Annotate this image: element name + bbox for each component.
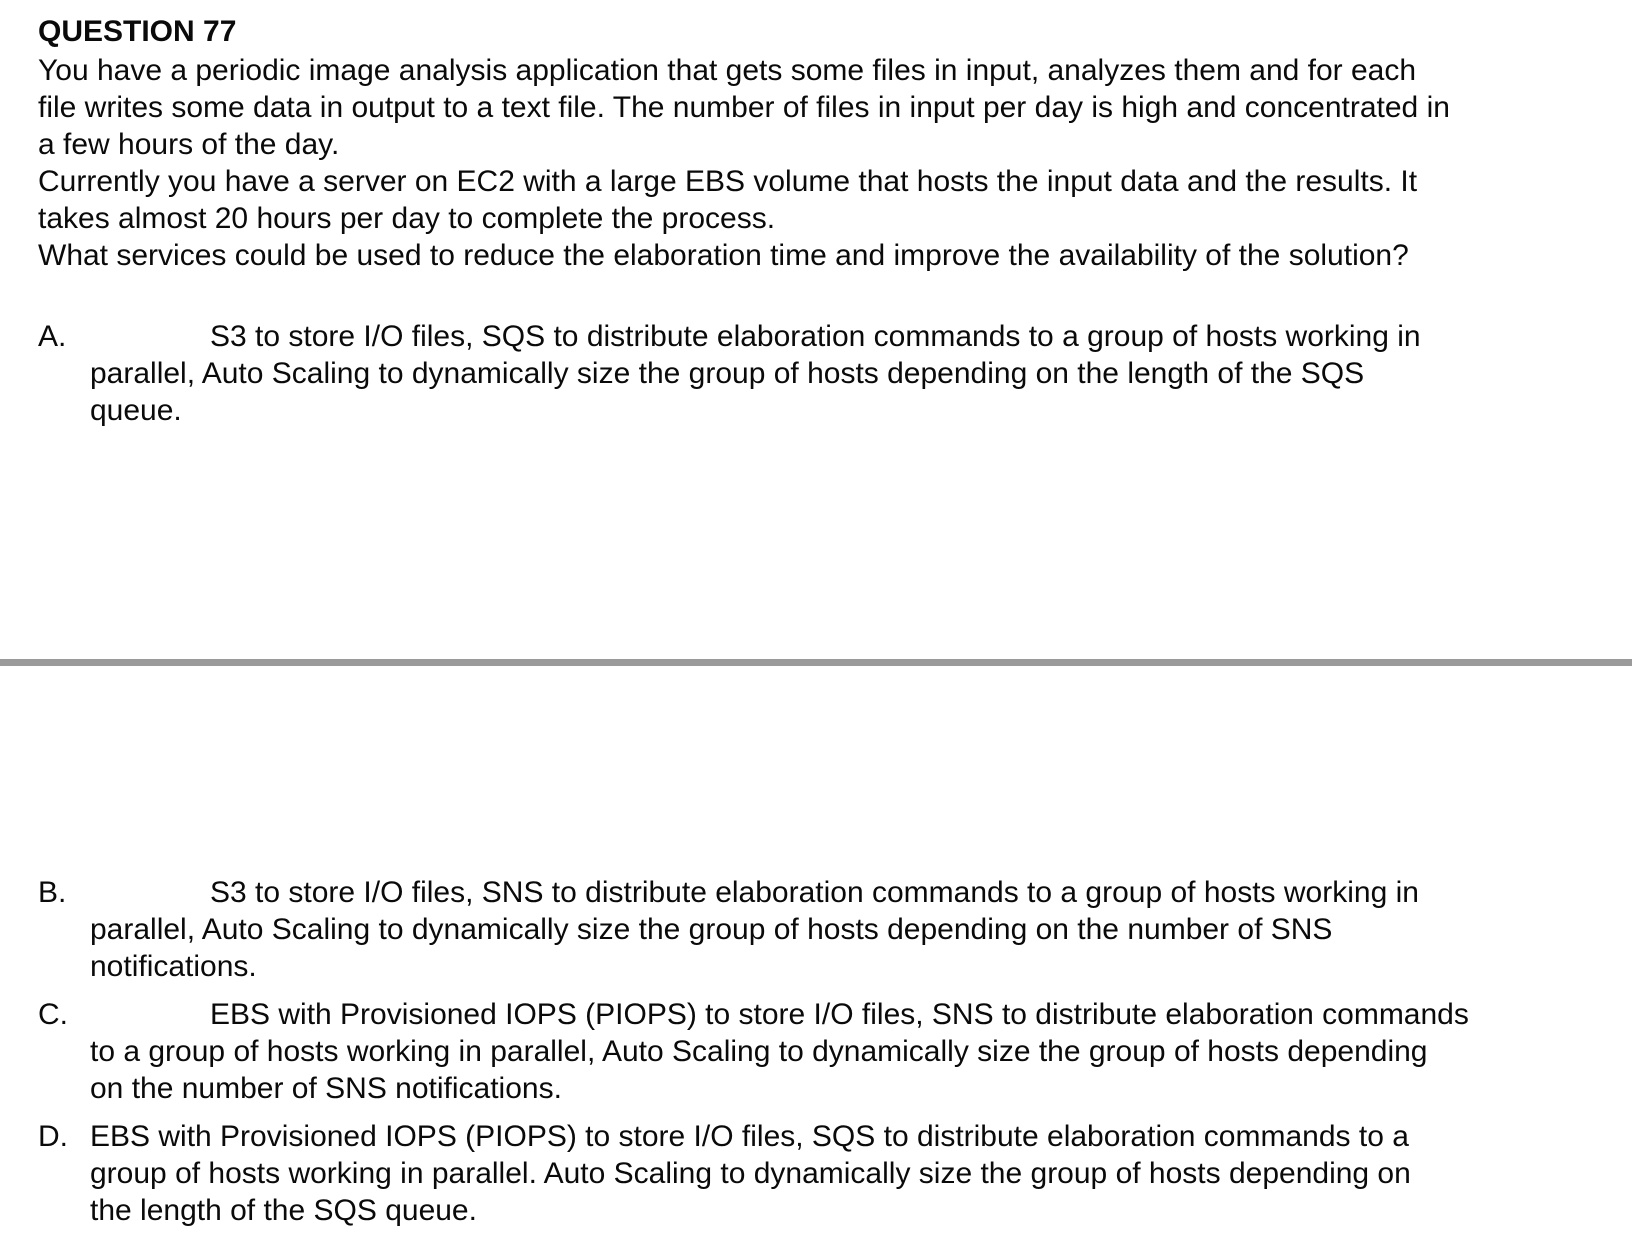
option-text-line: queue.: [90, 394, 182, 427]
option-text-line: EBS with Provisioned IOPS (PIOPS) to sto…: [90, 1120, 1409, 1153]
option-letter: C.: [38, 998, 68, 1031]
option-letter: A.: [38, 320, 67, 353]
question-stem-line: Currently you have a server on EC2 with …: [38, 165, 1418, 198]
page-divider: [0, 659, 1632, 666]
question-stem-line: takes almost 20 hours per day to complet…: [38, 202, 776, 235]
option-text-line: S3 to store I/O files, SQS to distribute…: [210, 320, 1421, 353]
option-text-line: to a group of hosts working in parallel,…: [90, 1035, 1428, 1068]
option-text-line: the length of the SQS queue.: [90, 1194, 477, 1227]
option-letter: B.: [38, 876, 67, 909]
option-text-line: parallel, Auto Scaling to dynamically si…: [90, 357, 1365, 390]
question-stem-line: a few hours of the day.: [38, 128, 340, 161]
question-title: QUESTION 77: [38, 15, 237, 48]
option-text-line: on the number of SNS notifications.: [90, 1072, 562, 1105]
option-text-line: notifications.: [90, 950, 257, 983]
option-letter: D.: [38, 1120, 68, 1153]
question-stem-line: file writes some data in output to a tex…: [38, 91, 1450, 124]
option-text-line: EBS with Provisioned IOPS (PIOPS) to sto…: [210, 998, 1469, 1031]
question-stem-line: You have a periodic image analysis appli…: [38, 54, 1417, 87]
question-stem-line: What services could be used to reduce th…: [38, 239, 1409, 272]
option-text-line: parallel, Auto Scaling to dynamically si…: [90, 913, 1333, 946]
option-text-line: S3 to store I/O files, SNS to distribute…: [210, 876, 1419, 909]
option-text-line: group of hosts working in parallel. Auto…: [90, 1157, 1411, 1190]
